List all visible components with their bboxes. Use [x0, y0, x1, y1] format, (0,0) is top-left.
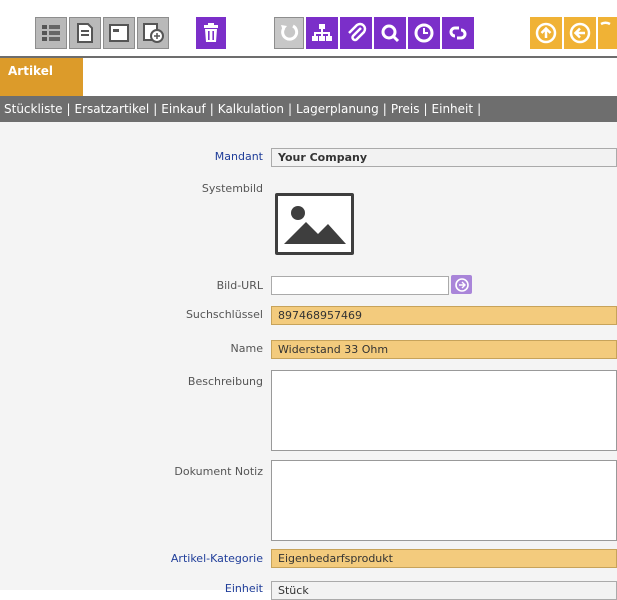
mandant-field[interactable]: Your Company [271, 148, 617, 167]
artikel-kategorie-label: Artikel-Kategorie [170, 552, 263, 565]
suchschluessel-label: Suchschlüssel [185, 308, 263, 321]
hierarchy-icon[interactable] [306, 17, 338, 49]
link-icon[interactable] [442, 17, 474, 49]
subnav-item-stueckliste[interactable]: Stückliste [4, 102, 62, 116]
systembild-label: Systembild [201, 182, 263, 195]
form-icon[interactable] [103, 17, 135, 49]
list-view-icon[interactable] [35, 17, 67, 49]
subnav-item-kalkulation[interactable]: Kalkulation [218, 102, 284, 116]
dokument-notiz-textarea[interactable] [271, 460, 617, 541]
suchschluessel-field[interactable]: 897468957469 [271, 306, 617, 325]
arrow-left-icon[interactable] [564, 17, 596, 49]
name-label: Name [230, 342, 263, 355]
artikel-kategorie-field[interactable]: Eigenbedarfsprodukt [271, 549, 617, 568]
beschreibung-label: Beschreibung [187, 375, 263, 388]
bild-url-label: Bild-URL [216, 279, 263, 292]
mandant-label: Mandant [214, 150, 263, 163]
einheit-field[interactable]: Stück [271, 581, 617, 600]
subnav-item-lagerplanung[interactable]: Lagerplanung [296, 102, 379, 116]
arrow-right-icon[interactable] [598, 17, 617, 49]
toolbar-divider [0, 56, 617, 58]
name-field[interactable]: Widerstand 33 Ohm [271, 340, 617, 359]
sub-navigation: Stückliste | Ersatzartikel | Einkauf | Kalkula… [0, 96, 617, 122]
image-placeholder-icon[interactable] [275, 193, 354, 255]
subnav-item-einkauf[interactable]: Einkauf [161, 102, 205, 116]
undo-icon[interactable] [274, 17, 304, 49]
einheit-label: Einheit [224, 582, 263, 595]
paperclip-icon[interactable] [340, 17, 372, 49]
trash-icon[interactable] [196, 17, 226, 49]
tab-artikel[interactable]: Artikel [0, 58, 83, 96]
toolbar [0, 0, 617, 55]
beschreibung-textarea[interactable] [271, 370, 617, 451]
subnav-item-ersatzartikel[interactable]: Ersatzartikel [75, 102, 150, 116]
bild-url-input[interactable] [271, 276, 449, 295]
clock-icon[interactable] [408, 17, 440, 49]
globe-icon[interactable] [137, 17, 169, 49]
arrow-up-icon[interactable] [530, 17, 562, 49]
open-url-icon[interactable] [451, 275, 472, 294]
subnav-item-einheit[interactable]: Einheit [432, 102, 474, 116]
search-icon[interactable] [374, 17, 406, 49]
dokument-notiz-label: Dokument Notiz [174, 465, 263, 478]
subnav-item-preis[interactable]: Preis [391, 102, 420, 116]
document-icon[interactable] [69, 17, 101, 49]
